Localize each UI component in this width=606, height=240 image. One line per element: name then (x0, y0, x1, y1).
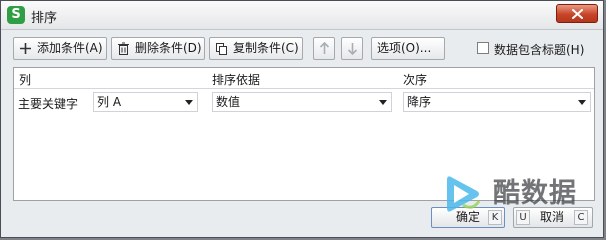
delete-condition-button[interactable]: 删除条件(D) (111, 37, 205, 60)
chevron-down-icon (379, 100, 387, 105)
cancel-button-label: 取消 (540, 210, 565, 224)
column-header-column: 列 (19, 73, 32, 87)
move-down-button[interactable] (341, 37, 363, 60)
order-select-value: 降序 (407, 95, 432, 109)
arrow-up-icon (319, 41, 330, 54)
watermark-text: 酷数据 (493, 178, 577, 209)
toolbar: 添加条件(A) 删除条件(D) 复制条件(C) 选项(O)... 数据包含标题(… (13, 37, 593, 61)
header-divider (14, 88, 594, 89)
close-icon (572, 9, 583, 19)
header-checkbox-label: 数据包含标题(H) (494, 43, 585, 57)
trash-icon (118, 42, 129, 55)
column-header-order: 次序 (403, 73, 428, 87)
sort-on-select[interactable]: 数值 (212, 92, 392, 112)
sort-on-select-value: 数值 (216, 95, 241, 109)
title-bar: S 排序 (1, 1, 603, 30)
options-label: 选项(O)... (377, 41, 432, 55)
order-select[interactable]: 降序 (403, 92, 591, 112)
watermark-play-icon (447, 176, 481, 212)
chevron-down-icon (185, 100, 193, 105)
wps-logo-icon: S (7, 6, 25, 24)
dialog-title: 排序 (31, 11, 58, 26)
header-checkbox-group[interactable]: 数据包含标题(H) (477, 41, 589, 57)
arrow-down-icon (347, 43, 358, 56)
copy-icon (216, 43, 227, 55)
column-select[interactable]: 列 A (93, 92, 198, 112)
cancel-button-hint-left: U (516, 210, 530, 225)
column-select-value: 列 A (97, 95, 122, 109)
copy-condition-button[interactable]: 复制条件(C) (209, 37, 303, 60)
chevron-down-icon (578, 100, 586, 105)
add-condition-label: 添加条件(A) (37, 41, 103, 55)
add-condition-button[interactable]: 添加条件(A) (13, 37, 107, 60)
move-up-button[interactable] (313, 37, 335, 60)
delete-condition-label: 删除条件(D) (135, 41, 202, 55)
copy-condition-label: 复制条件(C) (233, 41, 299, 55)
plus-icon (20, 43, 31, 54)
column-header-sort-on: 排序依据 (212, 73, 261, 87)
header-checkbox[interactable] (477, 42, 489, 54)
primary-key-label: 主要关键字 (18, 97, 79, 111)
close-button[interactable] (556, 4, 598, 23)
cancel-button[interactable]: U 取消 C (513, 207, 593, 228)
ok-button-hint: K (488, 210, 502, 225)
cancel-button-hint-right: C (574, 210, 588, 225)
options-button[interactable]: 选项(O)... (371, 37, 445, 60)
sort-dialog: S 排序 添加条件(A) 删除条件(D) 复制条件(C) 选项(O)... 数据… (0, 0, 604, 238)
